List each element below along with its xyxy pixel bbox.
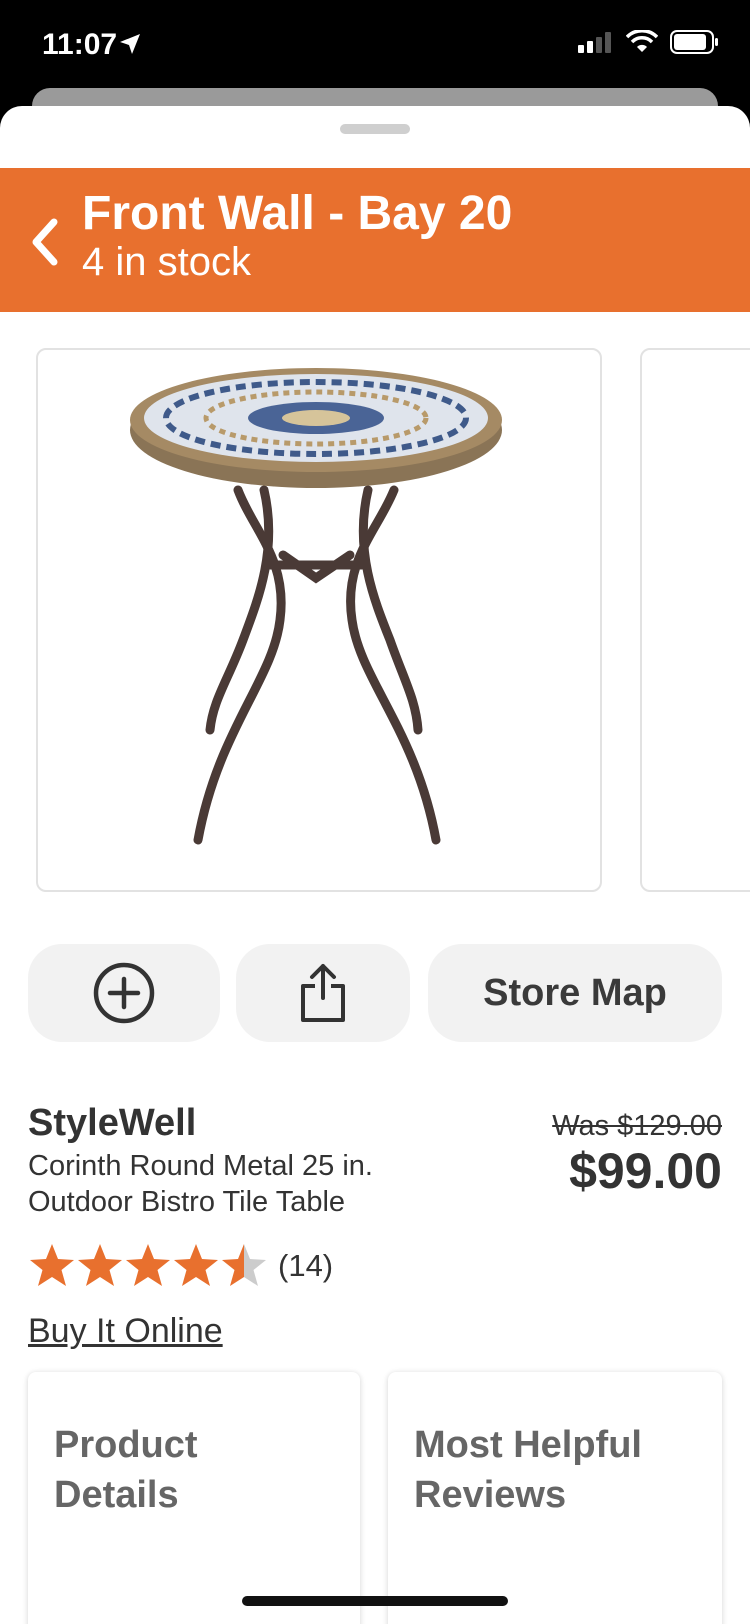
aisle-bay-title: Front Wall - Bay 20 — [82, 187, 513, 240]
share-icon — [301, 964, 345, 1022]
location-header: Front Wall - Bay 20 4 in stock — [0, 168, 750, 312]
status-time: 11:07 — [42, 28, 118, 61]
product-image-card[interactable] — [36, 348, 602, 892]
status-bar: 11:07 — [0, 0, 750, 92]
bistro-table-image — [130, 368, 502, 845]
product-sheet: Front Wall - Bay 20 4 in stock Store Map… — [0, 106, 750, 1624]
product-details-label: Product Details — [54, 1424, 198, 1516]
buy-it-online-link[interactable]: Buy It Online — [28, 1312, 223, 1351]
star-rating[interactable]: (14) — [28, 1242, 333, 1290]
most-helpful-reviews-label: Most Helpful Reviews — [414, 1424, 642, 1516]
rating-stars — [30, 1244, 266, 1286]
sheet-grabber[interactable] — [340, 124, 410, 134]
signal-icon — [578, 32, 611, 53]
add-to-list-button[interactable] — [28, 944, 220, 1042]
product-brand: StyleWell — [28, 1102, 197, 1144]
was-price: Was $129.00 — [552, 1110, 722, 1142]
product-details-card[interactable]: Product Details — [28, 1372, 360, 1624]
review-count: (14) — [278, 1248, 334, 1283]
half-star-icon — [222, 1244, 266, 1286]
star-icon — [174, 1244, 218, 1286]
star-icon — [30, 1244, 74, 1286]
plus-circle-icon — [93, 962, 155, 1024]
share-button[interactable] — [236, 944, 410, 1042]
location-arrow-icon — [120, 34, 140, 54]
stock-count: 4 in stock — [82, 240, 251, 284]
product-name: Corinth Round Metal 25 in. Outdoor Bistr… — [28, 1150, 373, 1218]
home-indicator[interactable] — [242, 1596, 508, 1606]
current-price: $99.00 — [569, 1143, 722, 1199]
battery-icon — [670, 30, 718, 54]
back-chevron-icon[interactable] — [22, 212, 72, 272]
next-image-card[interactable] — [640, 348, 750, 892]
star-icon — [78, 1244, 122, 1286]
wifi-icon — [626, 30, 658, 52]
most-helpful-reviews-card[interactable]: Most Helpful Reviews — [388, 1372, 722, 1624]
star-icon — [126, 1244, 170, 1286]
action-row: Store Map — [28, 944, 722, 1042]
store-map-button[interactable]: Store Map — [428, 944, 722, 1042]
